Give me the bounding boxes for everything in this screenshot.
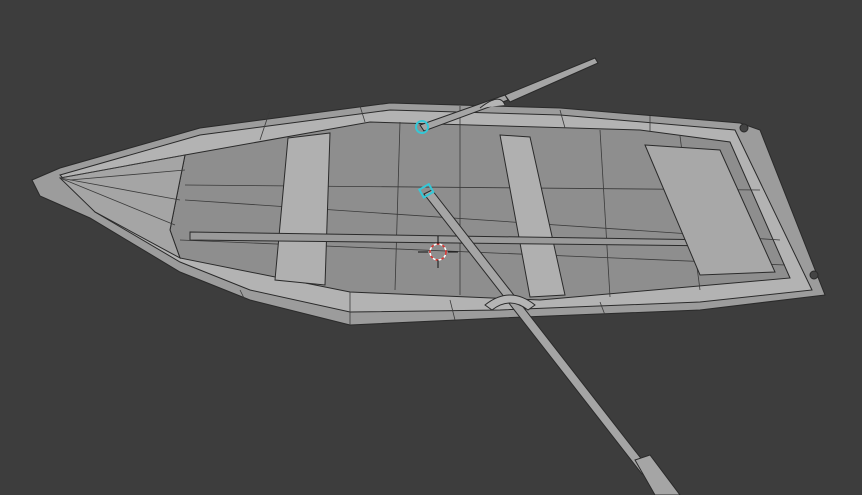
viewport-canvas[interactable] [0,0,862,495]
boat-mesh[interactable] [31,102,826,326]
3d-viewport[interactable] [0,0,862,495]
cleat-stern-bottom [809,270,819,280]
cleat-stern-top [739,123,749,133]
